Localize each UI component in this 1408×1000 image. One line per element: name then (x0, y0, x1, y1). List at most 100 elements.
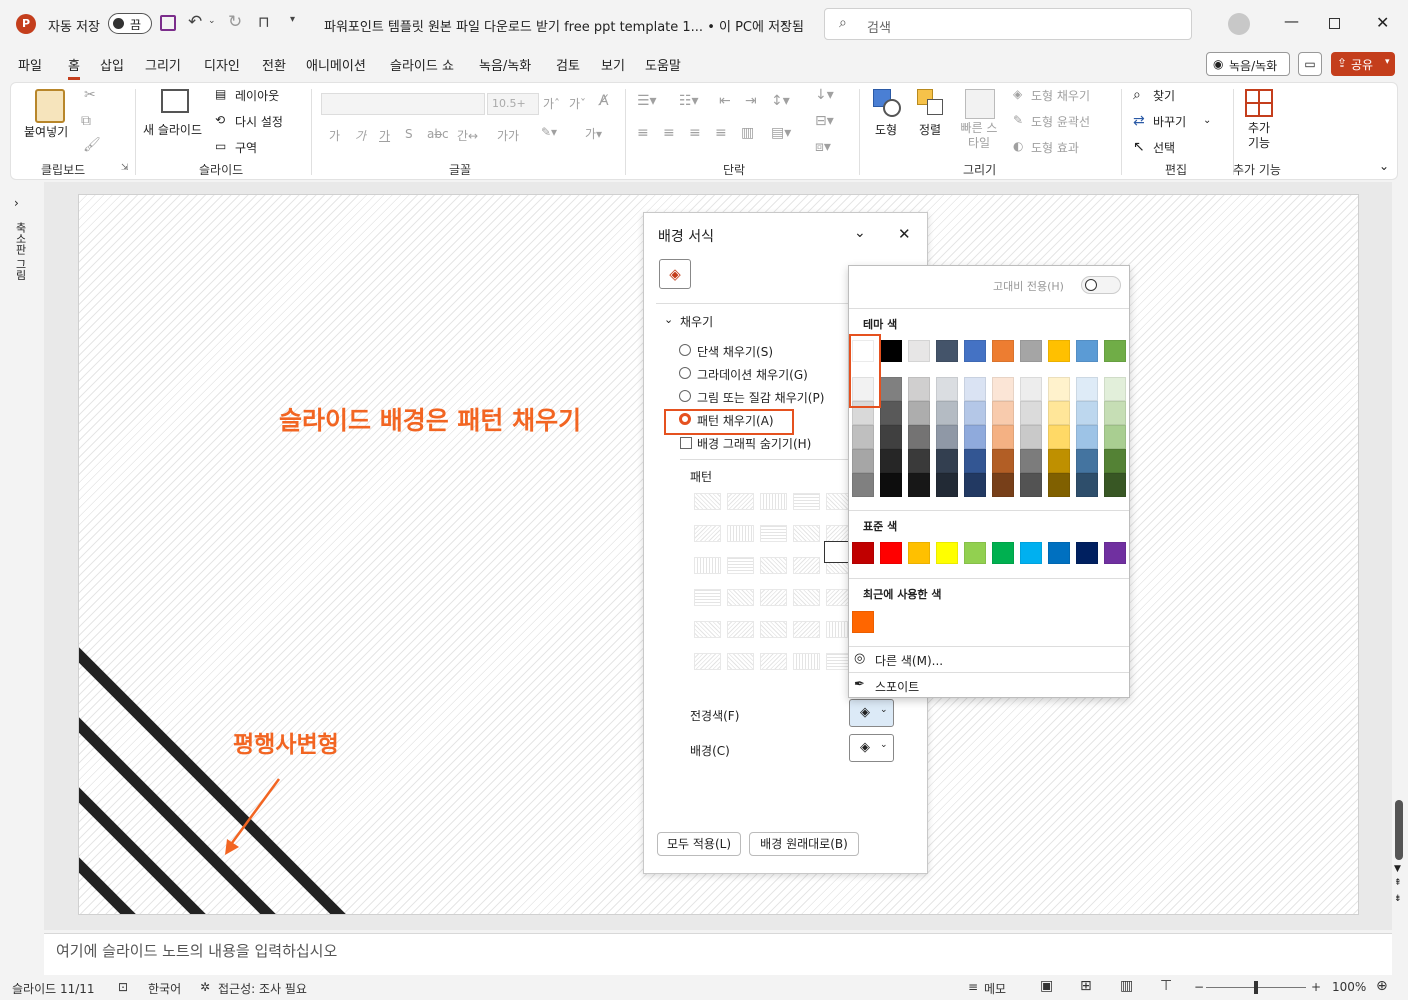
recent-color-swatch[interactable] (852, 611, 874, 633)
share-button[interactable]: ⇪ 공유 ▾ (1331, 52, 1395, 76)
fill-section-chevron-icon[interactable]: ⌄ (664, 313, 673, 326)
theme-shade-swatch[interactable] (936, 425, 958, 449)
standard-color-swatch[interactable] (1048, 542, 1070, 564)
accessibility-status[interactable]: 접근성: 조사 필요 (218, 980, 307, 997)
text-direction-icon[interactable]: ↓▾ (815, 87, 834, 103)
section-button[interactable]: 구역 (235, 139, 257, 156)
shape-outline-button[interactable]: 도형 윤곽선 (1031, 113, 1090, 130)
pattern-swatch[interactable] (793, 493, 820, 510)
tab-record[interactable]: 녹음/녹화 (479, 55, 531, 74)
maximize-icon[interactable] (1329, 18, 1340, 29)
theme-color-swatch[interactable] (1020, 340, 1042, 362)
slideshow-view-icon[interactable]: ⊤ (1160, 978, 1172, 994)
scrollbar-thumb[interactable] (1395, 800, 1403, 860)
underline-icon[interactable]: 가 (379, 127, 390, 144)
standard-color-swatch[interactable] (964, 542, 986, 564)
reset-background-button[interactable]: 배경 원래대로(B) (749, 832, 859, 856)
clear-format-icon[interactable]: A̸ (599, 93, 609, 109)
reading-view-icon[interactable]: ▥ (1120, 978, 1133, 994)
shadow-icon[interactable]: S (405, 127, 413, 141)
cut-icon[interactable]: ✂ (84, 87, 96, 103)
theme-shade-swatch[interactable] (880, 449, 902, 473)
zoom-level[interactable]: 100% (1332, 980, 1366, 994)
hide-graphics-checkbox[interactable] (680, 437, 692, 449)
pattern-swatch[interactable] (694, 589, 721, 606)
pattern-swatch[interactable] (694, 557, 721, 574)
standard-color-swatch[interactable] (908, 542, 930, 564)
theme-shade-swatch[interactable] (1076, 449, 1098, 473)
shapes-icon[interactable] (873, 89, 901, 117)
vertical-scrollbar[interactable]: ▼ ⇞ ⇟ (1392, 182, 1408, 930)
grow-font-icon[interactable]: 가ˆ (543, 95, 560, 112)
align-right-icon[interactable]: ≡ (689, 125, 701, 141)
pattern-swatch[interactable] (760, 653, 787, 670)
theme-shade-swatch[interactable] (1076, 401, 1098, 425)
autosave-toggle[interactable]: 끔 (108, 13, 152, 34)
theme-shade-swatch[interactable] (992, 377, 1014, 401)
theme-shade-swatch[interactable] (880, 377, 902, 401)
pattern-swatch[interactable] (760, 589, 787, 606)
option-solid-fill[interactable]: 단색 채우기(S) (697, 343, 773, 360)
theme-color-swatch[interactable] (992, 340, 1014, 362)
theme-shade-swatch[interactable] (1020, 401, 1042, 425)
justify-icon[interactable]: ≡ (715, 125, 727, 141)
standard-color-swatch[interactable] (1076, 542, 1098, 564)
theme-shade-swatch[interactable] (936, 401, 958, 425)
select-button[interactable]: 선택 (1153, 139, 1175, 156)
minimize-icon[interactable]: — (1284, 12, 1299, 30)
standard-color-swatch[interactable] (852, 542, 874, 564)
theme-color-swatch[interactable] (1104, 340, 1126, 362)
layout-button[interactable]: 레이아웃 (235, 87, 279, 104)
tab-view[interactable]: 보기 (601, 55, 625, 74)
theme-shade-swatch[interactable] (1048, 425, 1070, 449)
theme-shade-swatch[interactable] (1048, 377, 1070, 401)
presenter-icon[interactable]: ⊓ (258, 13, 270, 31)
theme-color-swatch[interactable] (964, 340, 986, 362)
pattern-swatch[interactable] (793, 653, 820, 670)
theme-shade-swatch[interactable] (852, 449, 874, 473)
close-icon[interactable]: ✕ (1376, 13, 1389, 32)
pattern-swatch[interactable] (793, 557, 820, 574)
theme-shade-swatch[interactable] (1104, 425, 1126, 449)
theme-shade-swatch[interactable] (880, 401, 902, 425)
customize-qat-icon[interactable]: ▾ (290, 14, 295, 25)
notes-toggle-button[interactable]: 메모 (984, 980, 1006, 997)
next-slide-icon[interactable]: ⇟ (1394, 894, 1402, 904)
new-slide-icon[interactable] (161, 89, 189, 113)
theme-shade-swatch[interactable] (964, 377, 986, 401)
theme-shade-swatch[interactable] (964, 449, 986, 473)
foreground-color-picker[interactable]: ◈ ⌄ (849, 699, 894, 727)
theme-shade-swatch[interactable] (908, 473, 930, 497)
fit-to-window-icon[interactable]: ⊕ (1376, 978, 1388, 994)
shape-fill-button[interactable]: 도형 채우기 (1031, 87, 1090, 104)
tab-help[interactable]: 도움말 (645, 55, 681, 74)
tab-draw[interactable]: 그리기 (145, 55, 181, 74)
radio-solid-fill[interactable] (679, 344, 691, 356)
pane-options-chevron-icon[interactable]: ⌄ (854, 225, 866, 241)
pattern-swatch[interactable] (727, 589, 754, 606)
document-title[interactable]: 파워포인트 템플릿 원본 파일 다운로드 받기 free ppt templat… (324, 16, 804, 35)
more-colors-item[interactable]: 다른 색(M)... (875, 652, 943, 669)
theme-shade-swatch[interactable] (1076, 425, 1098, 449)
font-color-icon[interactable]: 가▾ (585, 125, 602, 142)
smartart-icon[interactable]: ⧈▾ (815, 139, 831, 155)
scroll-down-icon[interactable]: ▼ (1394, 864, 1401, 874)
paste-icon[interactable] (35, 89, 65, 123)
tab-file[interactable]: 파일 (18, 55, 42, 74)
tab-review[interactable]: 검토 (556, 55, 580, 74)
theme-shade-swatch[interactable] (1048, 449, 1070, 473)
decrease-indent-icon[interactable]: ⇤ (719, 93, 731, 109)
notes-placeholder[interactable]: 여기에 슬라이드 노트의 내용을 입력하십시오 (56, 940, 337, 961)
theme-shade-swatch[interactable] (1076, 377, 1098, 401)
theme-shade-swatch[interactable] (992, 449, 1014, 473)
theme-shade-swatch[interactable] (1104, 473, 1126, 497)
arrange-icon[interactable] (917, 89, 945, 117)
pattern-swatch[interactable] (727, 493, 754, 510)
theme-shade-swatch[interactable] (1104, 449, 1126, 473)
pattern-swatch[interactable] (760, 493, 787, 510)
theme-shade-swatch[interactable] (1104, 377, 1126, 401)
align-text-icon[interactable]: ⊟▾ (815, 113, 834, 129)
font-name-box[interactable] (321, 93, 485, 115)
theme-shade-swatch[interactable] (1020, 377, 1042, 401)
theme-shade-swatch[interactable] (936, 473, 958, 497)
